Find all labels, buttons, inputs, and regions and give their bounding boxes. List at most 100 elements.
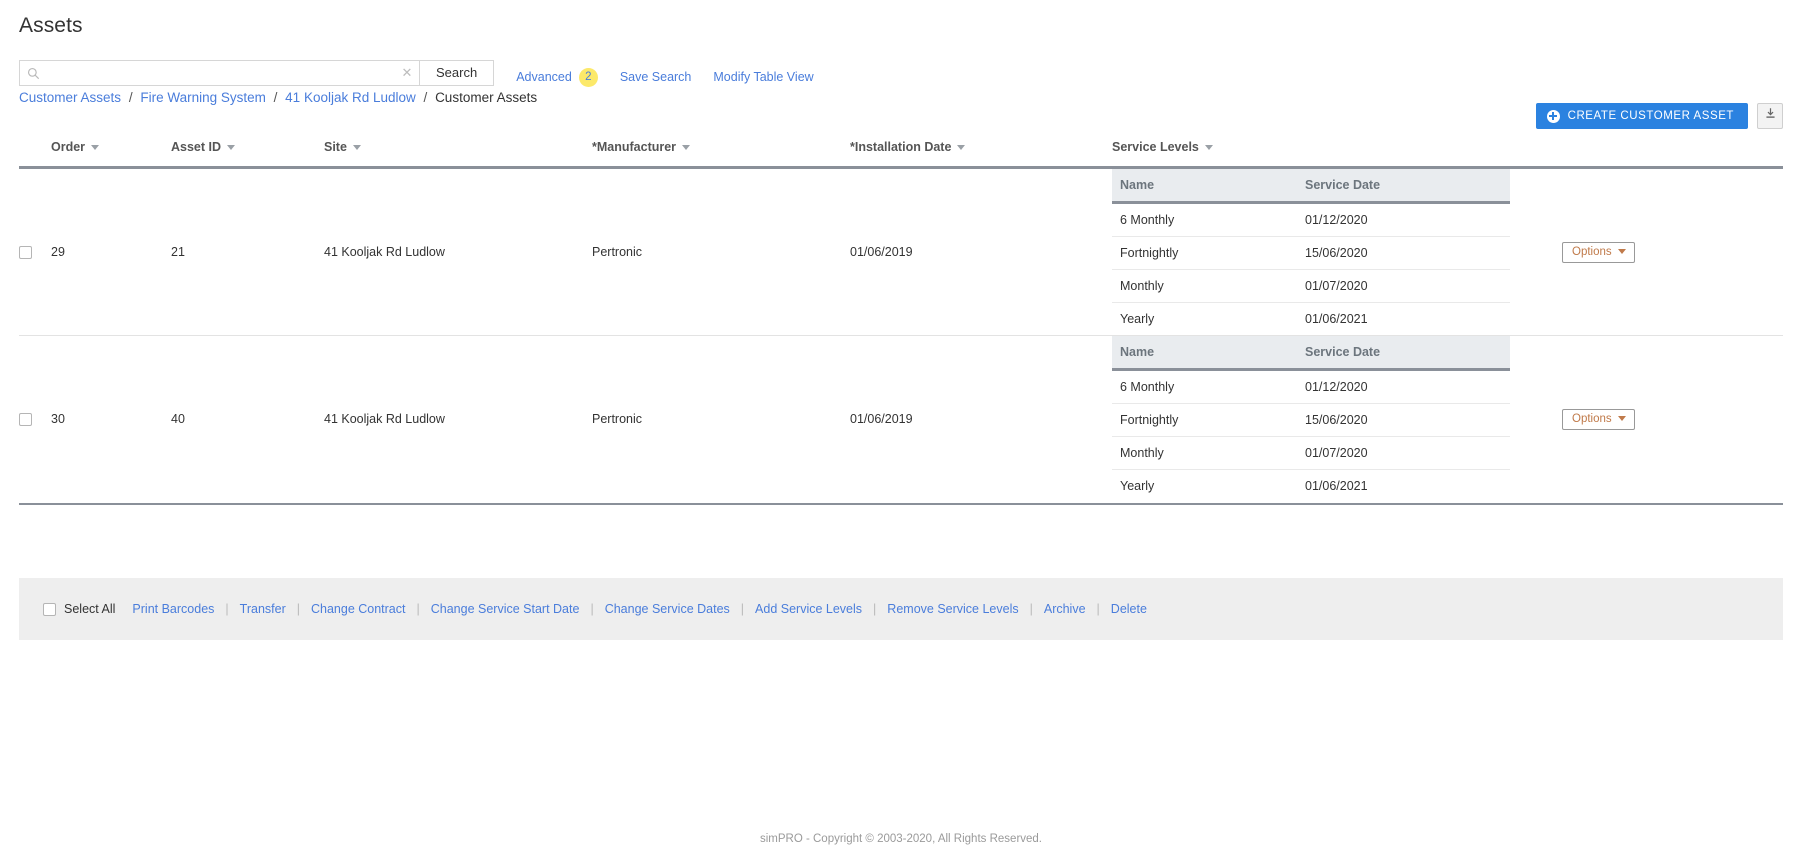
action-change-service-start-date[interactable]: Change Service Start Date bbox=[431, 602, 580, 616]
search-button[interactable]: Search bbox=[419, 60, 495, 86]
service-levels-header-row: Name Service Date bbox=[1112, 336, 1510, 372]
action-change-service-dates[interactable]: Change Service Dates bbox=[605, 602, 730, 616]
service-level-row: Monthly 01/07/2020 bbox=[1112, 269, 1510, 303]
service-level-date: 01/07/2020 bbox=[1297, 269, 1510, 303]
action-separator: | bbox=[225, 602, 229, 616]
assets-table-body: 29 21 41 Kooljak Rd Ludlow Pertronic 01/… bbox=[19, 167, 1783, 505]
cell-service-levels: Name Service Date 6 Monthly 01/12/2020 F… bbox=[1112, 167, 1562, 336]
select-all-checkbox[interactable] bbox=[43, 602, 56, 616]
action-separator: | bbox=[873, 602, 877, 616]
action-print-barcodes[interactable]: Print Barcodes bbox=[132, 602, 214, 616]
service-level-date: 01/07/2020 bbox=[1297, 436, 1510, 471]
breadcrumb: Customer Assets / Fire Warning System / … bbox=[19, 90, 537, 105]
column-header-site[interactable]: Site bbox=[324, 140, 592, 169]
options-button[interactable]: Options bbox=[1562, 241, 1635, 263]
header-options bbox=[1562, 140, 1783, 169]
options-button-label: Options bbox=[1572, 245, 1612, 258]
chevron-down-icon[interactable] bbox=[227, 145, 236, 151]
header-select bbox=[19, 140, 51, 169]
row-checkbox[interactable] bbox=[19, 413, 32, 427]
chevron-down-icon bbox=[1617, 248, 1626, 254]
breadcrumb-item-site[interactable]: 41 Kooljak Rd Ludlow bbox=[285, 90, 416, 105]
export-button[interactable] bbox=[1757, 103, 1783, 129]
service-level-name: Yearly bbox=[1120, 312, 1155, 326]
assets-page: Assets ✕ Search Advanced 2 Save Search M… bbox=[0, 0, 1802, 854]
service-level-date: 01/06/2021 bbox=[1305, 479, 1368, 494]
table-row: 30 40 41 Kooljak Rd Ludlow Pertronic 01/… bbox=[19, 335, 1783, 505]
plus-circle-icon bbox=[1546, 109, 1560, 123]
action-add-service-levels[interactable]: Add Service Levels bbox=[755, 602, 862, 616]
download-icon bbox=[1764, 107, 1777, 125]
cell-order: 30 bbox=[51, 335, 171, 505]
chevron-down-icon[interactable] bbox=[682, 145, 691, 151]
breadcrumb-separator: / bbox=[128, 90, 133, 105]
search-field[interactable]: ✕ bbox=[19, 60, 419, 86]
column-header-manufacturer-label: *Manufacturer bbox=[592, 140, 677, 154]
action-transfer[interactable]: Transfer bbox=[240, 602, 286, 616]
action-delete[interactable]: Delete bbox=[1111, 602, 1147, 616]
action-archive[interactable]: Archive bbox=[1044, 602, 1086, 616]
table-row: 29 21 41 Kooljak Rd Ludlow Pertronic 01/… bbox=[19, 167, 1783, 336]
row-checkbox[interactable] bbox=[19, 246, 32, 260]
service-levels-table: Name Service Date 6 Monthly 01/12/2020 F… bbox=[1112, 336, 1510, 502]
page-title: Assets bbox=[19, 14, 83, 37]
service-level-date: 01/06/2021 bbox=[1305, 312, 1368, 326]
service-level-row: 6 Monthly 01/12/2020 bbox=[1112, 202, 1510, 237]
column-header-service-levels[interactable]: Service Levels bbox=[1112, 140, 1562, 169]
column-header-manufacturer[interactable]: *Manufacturer bbox=[592, 140, 850, 169]
column-header-installation-date[interactable]: *Installation Date bbox=[850, 140, 1112, 169]
action-separator: | bbox=[590, 602, 594, 616]
search-toolbar: ✕ Search Advanced 2 Save Search Modify T… bbox=[19, 60, 814, 87]
service-level-row: Fortnightly 15/06/2020 bbox=[1112, 403, 1510, 438]
search-icon bbox=[20, 67, 46, 80]
chevron-down-icon[interactable] bbox=[957, 145, 966, 151]
service-level-row: 6 Monthly 01/12/2020 bbox=[1112, 369, 1510, 405]
options-button[interactable]: Options bbox=[1562, 408, 1635, 430]
footer: simPRO - Copyright © 2003-2020, All Righ… bbox=[759, 833, 1043, 845]
service-levels-header-date: Service Date bbox=[1297, 169, 1510, 204]
cell-site: 41 Kooljak Rd Ludlow bbox=[324, 167, 592, 336]
service-levels-header-row: Name Service Date bbox=[1112, 169, 1510, 204]
column-header-asset-id-label: Asset ID bbox=[171, 140, 222, 154]
service-levels-header-name: Name bbox=[1112, 169, 1297, 204]
action-separator: | bbox=[296, 602, 300, 616]
chevron-down-icon bbox=[1617, 416, 1626, 422]
column-header-order[interactable]: Order bbox=[51, 140, 171, 169]
modify-table-view-link[interactable]: Modify Table View bbox=[713, 70, 813, 84]
search-input[interactable] bbox=[46, 62, 395, 84]
service-level-row: Yearly 01/06/2021 bbox=[1112, 470, 1510, 503]
save-search-link[interactable]: Save Search bbox=[620, 70, 692, 84]
column-header-asset-id[interactable]: Asset ID bbox=[171, 140, 324, 169]
chevron-down-icon[interactable] bbox=[1204, 145, 1213, 151]
cell-service-levels: Name Service Date 6 Monthly 01/12/2020 F… bbox=[1112, 335, 1562, 505]
action-separator: | bbox=[1029, 602, 1033, 616]
close-icon[interactable]: ✕ bbox=[395, 61, 419, 85]
service-levels-header-date: Service Date bbox=[1297, 336, 1510, 372]
action-separator: | bbox=[740, 602, 745, 616]
action-separator: | bbox=[1096, 602, 1100, 616]
row-select-cell bbox=[19, 335, 51, 505]
breadcrumb-item-customer-assets[interactable]: Customer Assets bbox=[19, 90, 121, 105]
chevron-down-icon[interactable] bbox=[91, 145, 100, 151]
service-level-row: Fortnightly 15/06/2020 bbox=[1112, 236, 1510, 270]
create-customer-asset-button[interactable]: CREATE CUSTOMER ASSET bbox=[1535, 103, 1748, 129]
assets-table-container: Order Asset ID Site *Manufacturer *Insta… bbox=[19, 140, 1783, 505]
cell-asset-id: 40 bbox=[171, 335, 324, 505]
action-change-contract[interactable]: Change Contract bbox=[311, 602, 406, 616]
service-level-name: 6 Monthly bbox=[1112, 369, 1297, 405]
advanced-link[interactable]: Advanced bbox=[516, 70, 572, 84]
chevron-down-icon[interactable] bbox=[352, 145, 361, 151]
service-levels-table: Name Service Date 6 Monthly 01/12/2020 F… bbox=[1112, 169, 1510, 335]
column-header-installation-date-label: *Installation Date bbox=[850, 140, 952, 154]
column-header-service-levels-label: Service Levels bbox=[1112, 140, 1199, 154]
cell-options: Options bbox=[1562, 167, 1783, 336]
service-level-date: 15/06/2020 bbox=[1297, 403, 1510, 438]
cell-installation-date: 01/06/2019 bbox=[850, 335, 1112, 505]
column-header-site-label: Site bbox=[324, 140, 347, 154]
row-select-cell bbox=[19, 167, 51, 336]
bulk-action-bar: Select All Print Barcodes | Transfer | C… bbox=[19, 578, 1783, 640]
cell-options: Options bbox=[1562, 335, 1783, 505]
breadcrumb-item-fire-warning-system[interactable]: Fire Warning System bbox=[140, 90, 266, 105]
service-level-date: 01/12/2020 bbox=[1297, 202, 1510, 237]
action-remove-service-levels[interactable]: Remove Service Levels bbox=[887, 602, 1018, 616]
